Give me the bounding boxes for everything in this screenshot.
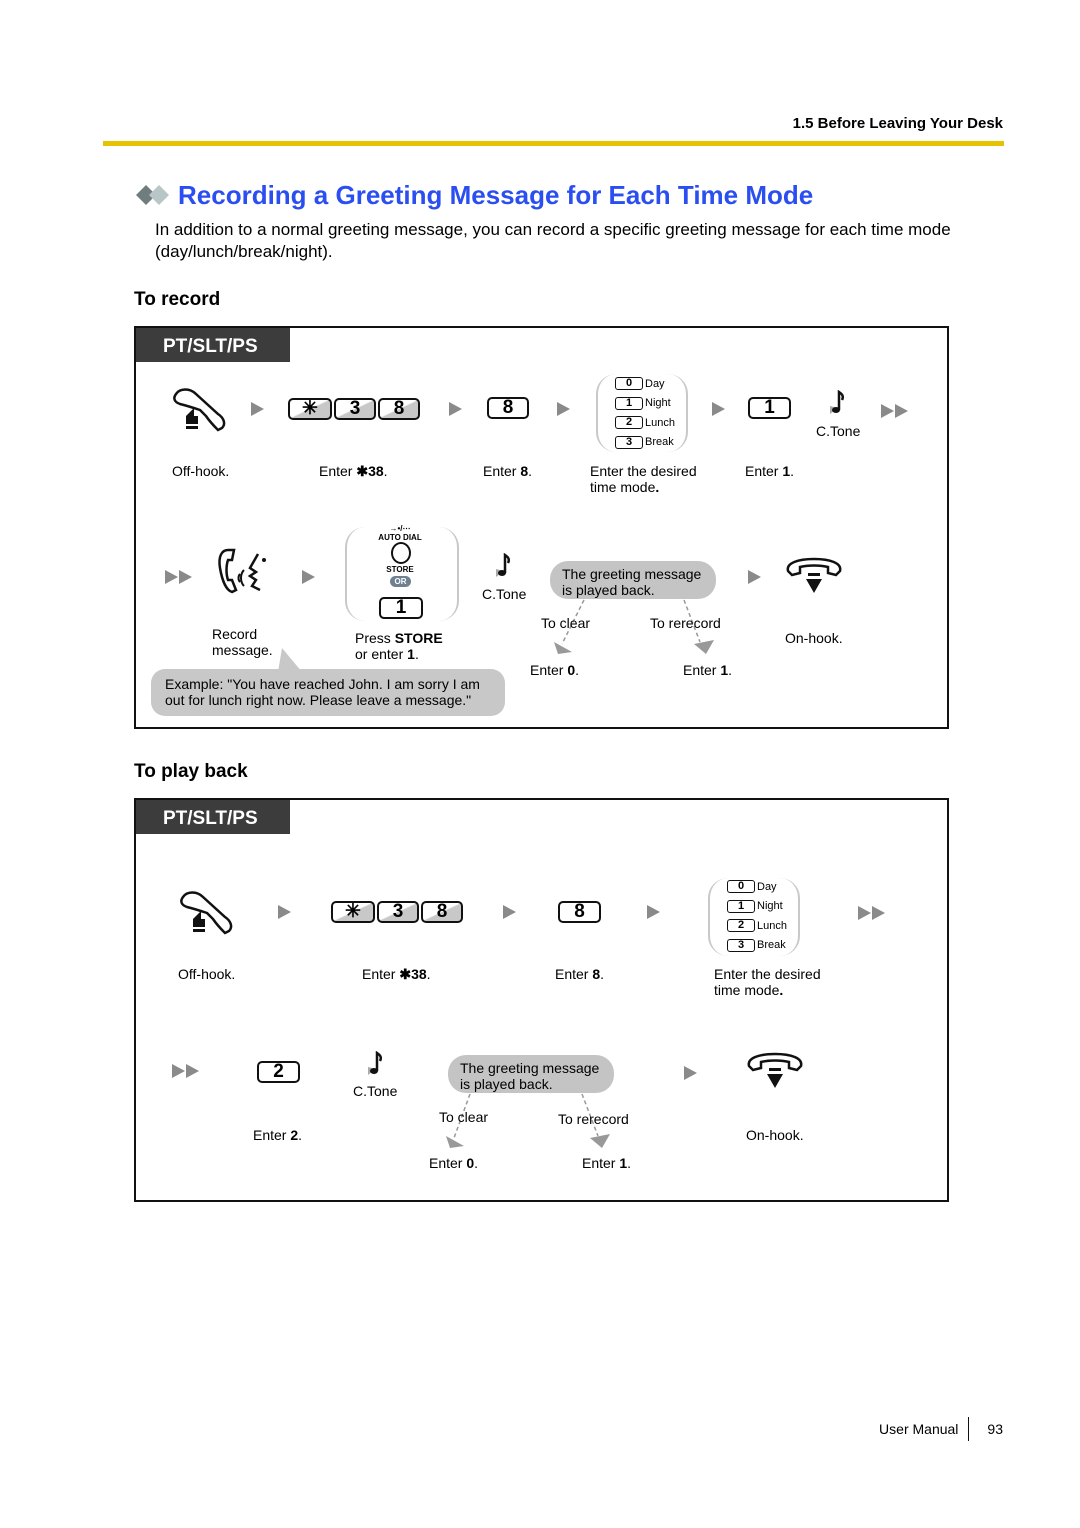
mode-label: Enter the desired time mode. (590, 463, 697, 495)
autodial-label: →•/⋯ AUTO DIAL (378, 524, 422, 542)
continue-arrow-icon (881, 404, 908, 418)
record-heading: To record (134, 289, 221, 310)
key-star: ✳ (331, 901, 375, 923)
playback-bubble: The greeting message is played back. (448, 1055, 614, 1093)
onhook-label: On-hook. (785, 630, 843, 646)
offhook-handset-icon (173, 388, 226, 432)
to-rerecord-label: To rerecord (650, 615, 721, 631)
mode-list: 0 Day 1 Night 2 Lunch 3 Break (615, 374, 675, 452)
to-clear-label: To clear (541, 615, 591, 631)
confirmation-tone-icon (368, 1051, 383, 1075)
enter-0-label: Enter 0. (429, 1155, 479, 1171)
store-instruction-label: Press STORE or enter 1. (355, 630, 443, 662)
confirmation-tone-icon (496, 553, 511, 577)
next-arrow-icon (503, 905, 516, 919)
continue-arrow-icon (172, 1064, 199, 1078)
next-arrow-icon (647, 905, 660, 919)
key-3: 3 (377, 901, 419, 923)
store-label: STORE (386, 565, 414, 574)
offhook-label: Off-hook. (178, 966, 236, 982)
key-star: ✳ (288, 398, 332, 420)
ctone-label: C.Tone (482, 586, 527, 602)
playback-bubble: The greeting message is played back. (550, 561, 716, 599)
continue-arrow-icon (858, 906, 885, 920)
page-footer: User Manual 93 (879, 1417, 1003, 1441)
diamond-bullet-icon (136, 185, 169, 205)
confirmation-tone-icon (830, 390, 845, 414)
next-arrow-icon (449, 402, 462, 416)
mode-item-night: 1 Night (615, 394, 675, 414)
record-message-label: Record message. (212, 626, 273, 658)
key-2: 2 (257, 1061, 300, 1083)
section-header: 1.5 Before Leaving Your Desk (792, 115, 1003, 132)
record-speaking-icon (218, 548, 266, 594)
device-tag: PT/SLT/PS (136, 328, 290, 362)
key-8: 8 (421, 901, 463, 923)
device-tag: PT/SLT/PS (136, 800, 290, 834)
mode-label: Enter the desired time mode. (714, 966, 821, 998)
key-8: 8 (378, 398, 420, 420)
mode-item-break: 3 Break (615, 433, 675, 453)
store-button[interactable] (391, 542, 411, 564)
feature-code-keys: ✳ 3 8 (288, 398, 420, 420)
mode-item-lunch: 2 Lunch (727, 916, 787, 936)
offhook-label: Off-hook. (172, 463, 230, 479)
enter-1-label: Enter 1. (582, 1155, 632, 1171)
mode-item-night: 1 Night (727, 897, 787, 917)
feature-code-keys: ✳ 3 8 (331, 901, 463, 923)
or-badge: OR (390, 576, 411, 587)
enter-1-label: Enter 1. (683, 662, 733, 678)
key-1: 1 (379, 597, 423, 619)
enter-code-label: Enter ✱38. (319, 463, 388, 479)
manual-label: User Manual (879, 1421, 959, 1437)
enter-1-label: Enter 1. (745, 463, 795, 479)
page-title: Recording a Greeting Message for Each Ti… (178, 180, 814, 210)
mode-item-day: 0 Day (615, 374, 675, 394)
mode-item-lunch: 2 Lunch (615, 413, 675, 433)
header-rule (103, 141, 1004, 146)
ctone-label: C.Tone (816, 423, 861, 439)
next-arrow-icon (302, 570, 315, 584)
offhook-handset-icon (180, 891, 233, 935)
enter-code-label: Enter ✱38. (362, 966, 431, 982)
key-8: 8 (487, 397, 529, 419)
continue-arrow-icon (165, 570, 192, 584)
next-arrow-icon (278, 905, 291, 919)
to-clear-label: To clear (439, 1109, 489, 1125)
next-arrow-icon (684, 1066, 697, 1080)
mode-list: 0 Day 1 Night 2 Lunch 3 Break (727, 877, 787, 955)
ctone-label: C.Tone (353, 1083, 398, 1099)
next-arrow-icon (748, 570, 761, 584)
next-arrow-icon (557, 402, 570, 416)
mode-item-break: 3 Break (727, 936, 787, 956)
playback-heading: To play back (134, 761, 248, 782)
key-1: 1 (748, 397, 791, 419)
example-callout: Example: "You have reached John. I am so… (151, 669, 505, 716)
onhook-handset-icon (747, 1052, 803, 1088)
onhook-label: On-hook. (746, 1127, 804, 1143)
key-8: 8 (558, 901, 601, 923)
intro-text: In addition to a normal greeting message… (155, 220, 951, 261)
next-arrow-icon (251, 402, 264, 416)
enter-2-label: Enter 2. (253, 1127, 303, 1143)
mode-item-day: 0 Day (727, 877, 787, 897)
next-arrow-icon (712, 402, 725, 416)
onhook-handset-icon (786, 557, 842, 593)
enter-0-label: Enter 0. (530, 662, 580, 678)
enter-8-label: Enter 8. (483, 463, 533, 479)
enter-8-label: Enter 8. (555, 966, 605, 982)
page-number: 93 (987, 1421, 1003, 1437)
to-rerecord-label: To rerecord (558, 1111, 629, 1127)
key-3: 3 (334, 398, 376, 420)
footer-separator (968, 1417, 970, 1441)
